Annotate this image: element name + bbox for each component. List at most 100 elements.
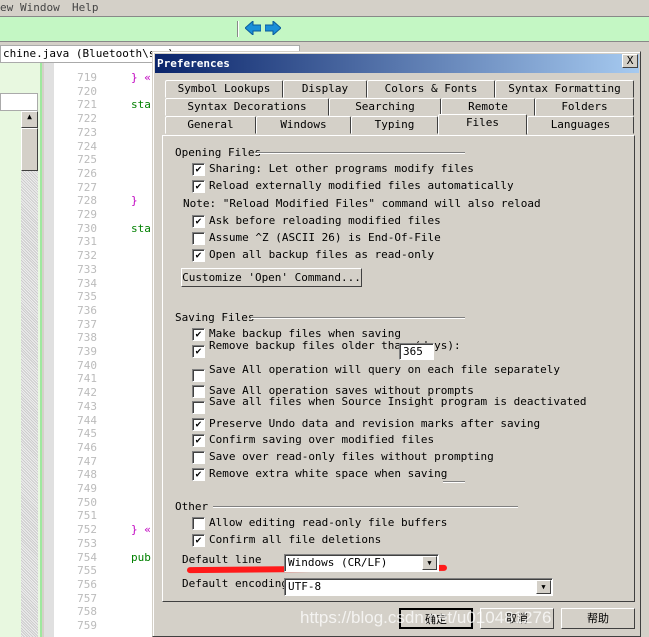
checkbox-label: Sharing: Let other programs modify files xyxy=(209,162,474,175)
checkbox[interactable]: ✔ xyxy=(192,345,205,358)
menu-help[interactable]: Help xyxy=(72,1,99,14)
line-number: 743 xyxy=(77,399,97,413)
divider xyxy=(443,481,465,483)
line-number: 752 xyxy=(77,523,97,537)
line-number: 721 xyxy=(77,98,97,112)
toolbar-separator xyxy=(237,21,239,37)
default-encoding-value: UTF-8 xyxy=(288,580,322,593)
group-other: Other xyxy=(175,500,209,513)
line-number: 744 xyxy=(77,413,97,427)
line-number: 738 xyxy=(77,331,97,345)
backup-days-input[interactable]: 365 xyxy=(399,343,434,360)
line-number: 722 xyxy=(77,112,97,126)
reload-note: Note: "Reload Modified Files" command wi… xyxy=(183,197,541,210)
checkbox[interactable]: ✔ xyxy=(192,180,205,193)
checkbox[interactable] xyxy=(192,369,205,382)
line-number: 734 xyxy=(77,276,97,290)
tab-syntax-formatting[interactable]: Syntax Formatting xyxy=(495,80,634,98)
default-line-label: Default line xyxy=(182,553,262,566)
arrow-left-icon[interactable] xyxy=(245,21,261,35)
line-number: 720 xyxy=(77,84,97,98)
line-number: 727 xyxy=(77,180,97,194)
line-number: 726 xyxy=(77,166,97,180)
code-fragment: sta xyxy=(131,221,151,235)
checkbox[interactable] xyxy=(192,517,205,530)
tab-windows[interactable]: Windows xyxy=(256,116,351,134)
tab-languages[interactable]: Languages xyxy=(527,116,634,134)
menu-bar: ew Window Help xyxy=(0,0,649,17)
tab-typing[interactable]: Typing xyxy=(351,116,438,134)
line-number: 746 xyxy=(77,440,97,454)
line-number: 736 xyxy=(77,303,97,317)
code-fragment: } xyxy=(131,194,138,208)
checkbox-label: Save All operation saves without prompts xyxy=(209,384,474,397)
symbol-search-input[interactable] xyxy=(0,93,38,111)
code-fragment: sta xyxy=(131,98,151,112)
scroll-thumb[interactable] xyxy=(21,128,38,171)
menu-view[interactable]: ew xyxy=(0,1,13,14)
tab-folders[interactable]: Folders xyxy=(535,98,634,116)
arrow-right-icon[interactable] xyxy=(265,21,281,35)
scroll-up-button[interactable]: ▲ xyxy=(21,111,38,128)
checkbox-label: Save over read-only files without prompt… xyxy=(209,450,494,463)
default-line-value: Windows (CR/LF) xyxy=(288,556,388,569)
line-number: 742 xyxy=(77,386,97,400)
chevron-down-icon[interactable]: ▼ xyxy=(536,580,551,594)
default-encoding-label: Default encoding: xyxy=(182,577,295,590)
checkbox[interactable] xyxy=(192,401,205,414)
line-number: 745 xyxy=(77,427,97,441)
tab-colors-fonts[interactable]: Colors & Fonts xyxy=(367,80,495,98)
tab-display[interactable]: Display xyxy=(283,80,367,98)
checkbox[interactable]: ✔ xyxy=(192,249,205,262)
line-number: 758 xyxy=(77,605,97,619)
checkbox[interactable]: ✔ xyxy=(192,418,205,431)
tab-searching[interactable]: Searching xyxy=(329,98,441,116)
checkbox[interactable]: ✔ xyxy=(192,534,205,547)
checkbox-label: Open all backup files as read-only xyxy=(209,248,435,261)
checkbox-label: Save all files when Source Insight progr… xyxy=(209,397,587,408)
line-number: 751 xyxy=(77,509,97,523)
help-button[interactable]: 帮助 xyxy=(561,608,635,629)
checkbox-label: Save All operation will query on each fi… xyxy=(209,365,560,376)
code-fragment: pub xyxy=(131,550,151,564)
line-number: 748 xyxy=(77,468,97,482)
checkbox-label: Allow editing read-only file buffers xyxy=(209,516,448,529)
checkbox[interactable]: ✔ xyxy=(192,328,205,341)
close-button[interactable]: X xyxy=(622,54,638,68)
line-number: 750 xyxy=(77,495,97,509)
tab-general[interactable]: General xyxy=(165,116,256,134)
divider xyxy=(255,152,465,154)
checkbox[interactable] xyxy=(192,451,205,464)
line-number: 759 xyxy=(77,619,97,632)
preferences-dialog: Preferences X Symbol Lookups Display Color… xyxy=(152,51,641,637)
line-number: 753 xyxy=(77,536,97,550)
tab-symbol-lookups[interactable]: Symbol Lookups xyxy=(165,80,283,98)
checkbox-label: Remove extra white space when saving xyxy=(209,467,448,480)
watermark: https://blog.csdn.net/u010481276 xyxy=(300,608,552,627)
default-line-select[interactable]: Windows (CR/LF) ▼ xyxy=(284,554,439,572)
checkbox[interactable] xyxy=(192,232,205,245)
checkbox-label: Assume ^Z (ASCII 26) is End-Of-File xyxy=(209,231,441,244)
tab-files[interactable]: Files xyxy=(438,114,527,135)
line-number: 739 xyxy=(77,345,97,358)
default-encoding-select[interactable]: UTF-8 ▼ xyxy=(284,578,553,596)
checkbox[interactable]: ✔ xyxy=(192,163,205,176)
customize-open-command-button[interactable]: Customize 'Open' Command... xyxy=(181,268,362,287)
tab-syntax-decorations[interactable]: Syntax Decorations xyxy=(165,98,329,116)
checkbox-label: Make backup files when saving xyxy=(209,327,402,340)
line-number: 741 xyxy=(77,372,97,386)
scrollbar[interactable]: ▲ xyxy=(21,111,38,637)
checkbox-label: Preserve Undo data and revision marks af… xyxy=(209,417,541,430)
line-number: 732 xyxy=(77,249,97,263)
line-number: 724 xyxy=(77,139,97,153)
checkbox[interactable]: ✔ xyxy=(192,468,205,481)
checkbox[interactable]: ✔ xyxy=(192,434,205,447)
checkbox[interactable]: ✔ xyxy=(192,215,205,228)
checkbox[interactable] xyxy=(192,385,205,398)
dialog-title: Preferences xyxy=(155,54,639,73)
menu-window[interactable]: Window xyxy=(20,1,60,14)
line-number: 740 xyxy=(77,358,97,372)
chevron-down-icon[interactable]: ▼ xyxy=(422,556,437,570)
code-fragment: } « xyxy=(131,523,151,537)
checkbox-label: Reload externally modified files automat… xyxy=(209,179,514,192)
